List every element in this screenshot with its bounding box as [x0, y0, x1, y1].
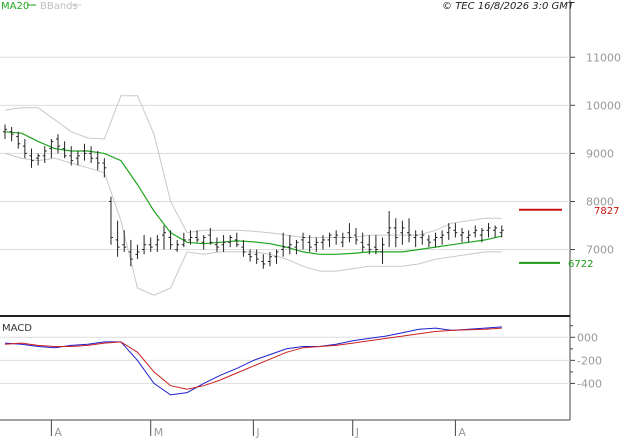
support-resistance-levels: 7827 6722 [519, 206, 619, 270]
ohlc-bar [413, 230, 418, 248]
price-y-tick-label: 11000 [586, 51, 621, 64]
ohlc-bar [201, 235, 206, 250]
ohlc-bar [241, 239, 246, 257]
ohlc-bar [55, 134, 60, 154]
ohlc-bar [281, 232, 286, 257]
ohlc-bar [42, 146, 47, 163]
ohlc-bar [287, 235, 292, 255]
ohlc-bar [407, 218, 412, 243]
ohlc-bar [175, 239, 180, 252]
price-y-tick-label: 7000 [586, 244, 614, 257]
ma20-line [4, 131, 502, 255]
source-timestamp: © TEC 16/8/2026 3:0 GMT [442, 1, 575, 12]
ohlc-bars [3, 124, 504, 269]
ohlc-bar [473, 225, 478, 238]
ohlc-bar [301, 232, 306, 250]
bband-upper [4, 95, 502, 238]
ohlc-bar [142, 235, 147, 255]
ohlc-bar [9, 126, 14, 142]
price-y-ticks: 1100010000900080007000 [570, 51, 621, 257]
ohlc-bar [128, 239, 133, 267]
macd-y-tick-label: -400 [577, 377, 602, 390]
x-tick-label: J [255, 426, 259, 439]
ohlc-bar [453, 223, 458, 238]
ohlc-bar [22, 138, 27, 159]
macd-panel-title: MACD [2, 323, 32, 334]
ohlc-bar [294, 239, 299, 255]
x-axis-ticks: AMJJA [50, 420, 466, 439]
macd-y-tick-label: 000 [577, 331, 598, 344]
x-tick-label: A [458, 426, 466, 439]
ohlc-bar [393, 218, 398, 248]
ma20-series [4, 131, 502, 255]
ohlc-bar [387, 211, 392, 248]
ohlc-bar [486, 223, 491, 238]
x-tick-label: M [154, 426, 164, 439]
ohlc-bar [440, 230, 445, 245]
macd-y-ticks: 000 -200 -400 [570, 325, 602, 390]
ohlc-bar [82, 143, 87, 161]
ohlc-bar [420, 230, 425, 245]
bband-lower [4, 152, 502, 296]
ohlc-bar [327, 232, 332, 248]
ohlc-bar [115, 220, 120, 257]
price-y-tick-label: 10000 [586, 99, 621, 112]
resistance-level-label: 7827 [594, 206, 619, 217]
price-y-tick-label: 9000 [586, 147, 614, 160]
ohlc-bar [248, 249, 253, 262]
x-tick-label: J [355, 426, 359, 439]
ohlc-bar [234, 232, 239, 248]
ohlc-bar [400, 220, 405, 245]
ohlc-bar [195, 230, 200, 243]
ohlc-bar [261, 254, 266, 269]
ohlc-bar [460, 227, 465, 243]
ohlc-bar [161, 225, 166, 250]
ohlc-bar [340, 232, 345, 248]
ohlc-bar [426, 235, 431, 248]
support-level-label: 6722 [568, 259, 593, 270]
ohlc-bar [49, 138, 54, 159]
x-tick-label: A [54, 426, 62, 439]
ohlc-bar [89, 146, 94, 163]
ohlc-bar [380, 237, 385, 264]
ohlc-bar [354, 227, 359, 245]
ohlc-bar [347, 223, 352, 243]
ohlc-bar [102, 158, 107, 178]
macd-y-tick-label: -200 [577, 354, 602, 367]
ohlc-bar [16, 131, 21, 149]
ohlc-bar [493, 225, 498, 238]
stock-chart: MA20 BBands © TEC 16/8/2026 3:0 GMT MACD… [0, 0, 621, 439]
ohlc-bar [135, 244, 140, 260]
bollinger-bands [4, 95, 502, 296]
ohlc-bar [29, 148, 34, 168]
ohlc-bar [108, 196, 113, 245]
ohlc-bar [466, 230, 471, 243]
legend-ma20: MA20 [1, 1, 29, 12]
ohlc-bar [499, 225, 504, 238]
legend-bbands: BBands [40, 1, 78, 12]
ohlc-bar [433, 232, 438, 248]
ohlc-bar [36, 153, 41, 166]
